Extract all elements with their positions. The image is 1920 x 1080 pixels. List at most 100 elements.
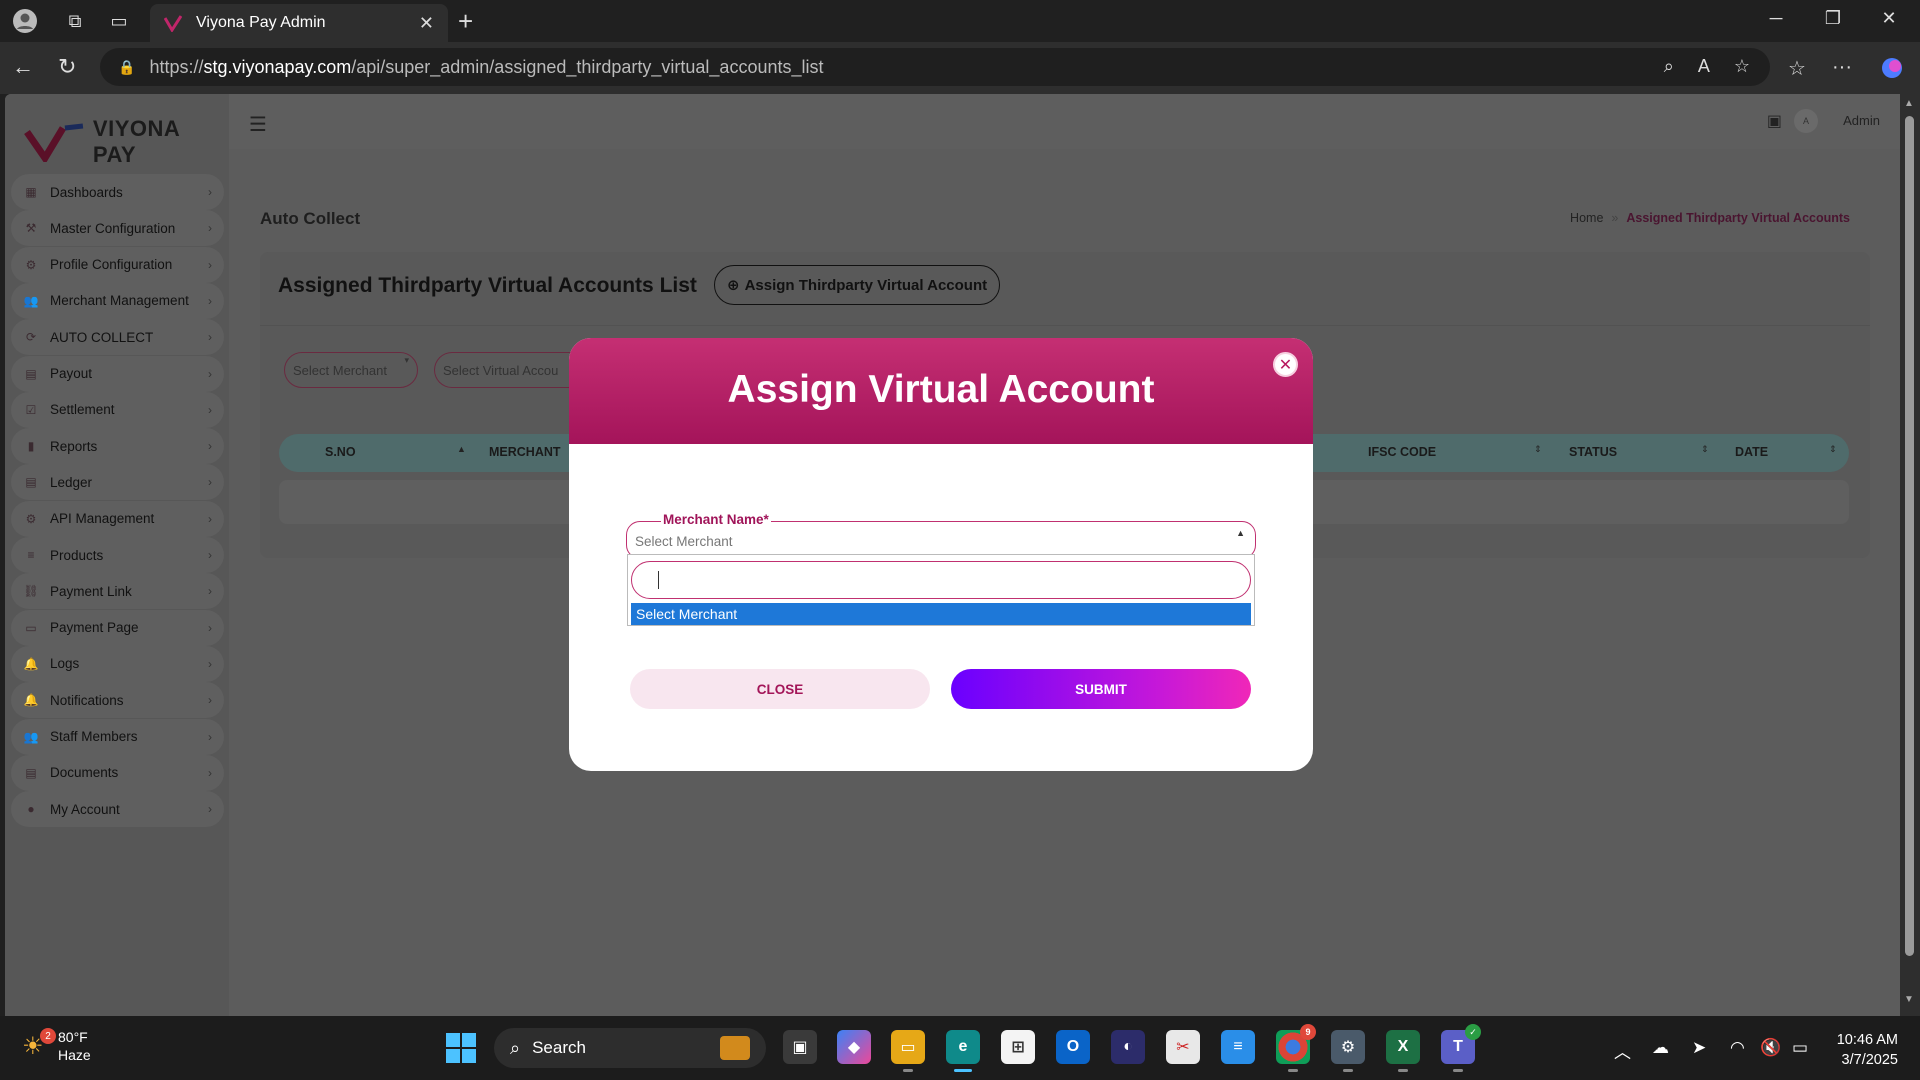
sidebar-item-reports[interactable]: ▮ Reports › bbox=[11, 428, 224, 465]
sidebar-item-logs[interactable]: 🔔 Logs › bbox=[11, 645, 224, 682]
column-merchant[interactable]: MERCHANT bbox=[489, 445, 561, 459]
notepad-icon[interactable]: ≡ bbox=[1221, 1030, 1255, 1064]
file-explorer-icon[interactable]: ▭ bbox=[891, 1030, 925, 1072]
assign-virtual-account-modal: Assign Virtual Account ✕ Select Merchant… bbox=[569, 338, 1313, 771]
sidebar-item-auto-collect[interactable]: ⟳ AUTO COLLECT › bbox=[11, 319, 224, 356]
assign-virtual-account-button[interactable]: ⊕ Assign Thirdparty Virtual Account bbox=[714, 265, 1001, 305]
sidebar-item-payout[interactable]: ▤ Payout › bbox=[11, 355, 224, 392]
chevron-up-icon[interactable]: ︿ bbox=[1614, 1038, 1631, 1063]
column-date[interactable]: DATE bbox=[1735, 445, 1768, 459]
weather-widget[interactable]: ☀ 2 80°F Haze bbox=[22, 1028, 91, 1064]
hamburger-menu-icon[interactable]: ☰ bbox=[249, 112, 267, 137]
ledger-icon: ▤ bbox=[25, 475, 37, 490]
breadcrumb-home[interactable]: Home bbox=[1570, 211, 1603, 225]
copilot-icon[interactable] bbox=[1880, 56, 1904, 86]
back-icon[interactable]: ← bbox=[12, 54, 34, 80]
scrollbar-thumb[interactable] bbox=[1905, 116, 1914, 956]
minimize-icon[interactable]: ─ bbox=[1753, 8, 1799, 29]
merchant-search-input[interactable] bbox=[631, 561, 1251, 599]
sidebar-item-label: Payment Page bbox=[50, 620, 139, 636]
onedrive-icon[interactable]: ☁ bbox=[1652, 1038, 1669, 1058]
taskbar-search[interactable]: ⌕ Search bbox=[494, 1028, 766, 1068]
tab-close-icon[interactable]: ✕ bbox=[419, 13, 434, 34]
user-name[interactable]: Admin bbox=[1843, 113, 1880, 128]
sidebar-item-profile-configuration[interactable]: ⚙ Profile Configuration › bbox=[11, 246, 224, 283]
edge-browser-icon[interactable]: e bbox=[946, 1030, 980, 1072]
chevron-right-icon: › bbox=[208, 584, 212, 599]
new-tab-icon[interactable]: + bbox=[458, 6, 473, 37]
sort-icon[interactable]: ⇕ bbox=[1534, 444, 1542, 455]
location-icon[interactable]: ➤ bbox=[1692, 1038, 1706, 1058]
settings-gear-icon[interactable]: ⚙ bbox=[1331, 1030, 1365, 1072]
window-close-icon[interactable]: ✕ bbox=[1866, 8, 1912, 29]
scroll-down-icon[interactable]: ▼ bbox=[1904, 994, 1914, 1005]
sidebar-item-payment-page[interactable]: ▭ Payment Page › bbox=[11, 609, 224, 646]
sidebar-item-label: Payment Link bbox=[50, 583, 132, 599]
sidebar-item-staff-members[interactable]: 👥 Staff Members › bbox=[11, 718, 224, 755]
page-scrollbar[interactable]: ▲ ▼ bbox=[1900, 94, 1920, 1016]
copilot-app-icon[interactable]: ◆ bbox=[837, 1030, 871, 1064]
start-button[interactable] bbox=[446, 1033, 476, 1063]
favorite-star-icon[interactable]: ☆ bbox=[1734, 56, 1750, 77]
workspaces-icon[interactable]: ⧉ bbox=[62, 8, 88, 34]
merchant-filter-select[interactable]: Select Merchant ▾ bbox=[284, 352, 418, 388]
zoom-icon[interactable]: ⌕ bbox=[1664, 56, 1674, 77]
teams-icon[interactable]: T ✓ bbox=[1441, 1024, 1481, 1072]
battery-icon[interactable]: ▭ bbox=[1792, 1038, 1808, 1058]
url-path: /api/super_admin/assigned_thirdparty_vir… bbox=[351, 56, 824, 77]
weather-badge: 2 bbox=[40, 1028, 56, 1044]
sidebar-item-merchant-management[interactable]: 👥 Merchant Management › bbox=[11, 282, 224, 319]
sidebar-item-label: My Account bbox=[50, 801, 120, 817]
sidebar-item-products[interactable]: ≡ Products › bbox=[11, 537, 224, 573]
browser-tab[interactable]: Viyona Pay Admin ✕ bbox=[150, 4, 448, 42]
sidebar-item-master-configuration[interactable]: ⚒ Master Configuration › bbox=[11, 210, 224, 247]
submit-button[interactable]: SUBMIT bbox=[951, 669, 1251, 709]
microsoft-store-icon[interactable]: ⊞ bbox=[1001, 1030, 1035, 1064]
sort-icon[interactable]: ⇕ bbox=[1829, 444, 1837, 455]
sidebar-item-dashboards[interactable]: ▦ Dashboards › bbox=[11, 174, 224, 210]
sort-icon[interactable]: ▲ bbox=[457, 444, 466, 454]
wifi-icon[interactable]: ◠ bbox=[1730, 1038, 1745, 1058]
address-bar[interactable]: 🔒 https://stg.viyonapay.com/api/super_ad… bbox=[100, 48, 1770, 86]
grid-icon: ▦ bbox=[25, 185, 37, 199]
chrome-icon[interactable]: 9 bbox=[1276, 1024, 1316, 1072]
sidebar-item-settlement[interactable]: ☑ Settlement › bbox=[11, 391, 224, 428]
tab-title: Viyona Pay Admin bbox=[196, 14, 326, 31]
dropdown-option[interactable]: Select Merchant bbox=[631, 603, 1251, 625]
scroll-up-icon[interactable]: ▲ bbox=[1904, 98, 1914, 109]
column-ifsc-code[interactable]: IFSC CODE bbox=[1368, 445, 1436, 459]
sidebar-item-api-management[interactable]: ⚙ API Management › bbox=[11, 500, 224, 537]
column-sno[interactable]: S.NO bbox=[325, 445, 356, 459]
read-aloud-icon[interactable]: A bbox=[1698, 56, 1710, 77]
excel-icon[interactable]: X bbox=[1386, 1030, 1420, 1072]
avatar[interactable]: A bbox=[1794, 109, 1818, 133]
sidebar-item-notifications[interactable]: 🔔 Notifications › bbox=[11, 682, 224, 719]
volume-muted-icon[interactable]: 🔇 bbox=[1760, 1038, 1781, 1058]
reload-icon[interactable]: ↻ bbox=[58, 54, 76, 80]
sidebar-item-ledger[interactable]: ▤ Ledger › bbox=[11, 464, 224, 501]
wallet-icon[interactable]: ▣ bbox=[1767, 111, 1782, 131]
sidebar-item-label: Staff Members bbox=[50, 729, 138, 744]
task-view-icon[interactable]: ▣ bbox=[783, 1030, 817, 1064]
favorites-icon[interactable]: ☆ bbox=[1788, 56, 1806, 81]
sort-icon[interactable]: ⇕ bbox=[1701, 444, 1709, 455]
caret-up-icon: ▲ bbox=[1236, 528, 1245, 538]
close-button[interactable]: CLOSE bbox=[630, 669, 930, 709]
clock[interactable]: 10:46 AM 3/7/2025 bbox=[1837, 1030, 1898, 1070]
modal-close-icon[interactable]: ✕ bbox=[1273, 352, 1298, 377]
profile-icon[interactable] bbox=[12, 8, 38, 34]
sidebar-item-my-account[interactable]: ● My Account › bbox=[11, 791, 224, 828]
card-header: Assigned Thirdparty Virtual Accounts Lis… bbox=[260, 252, 1870, 326]
sidebar-item-documents[interactable]: ▤ Documents › bbox=[11, 754, 224, 791]
outlook-icon[interactable]: O bbox=[1056, 1030, 1090, 1064]
tab-actions-icon[interactable]: ▭ bbox=[106, 8, 132, 34]
virtual-account-filter-select[interactable]: Select Virtual Accou bbox=[434, 352, 584, 388]
snipping-tool-icon[interactable]: ✂ bbox=[1166, 1030, 1200, 1064]
more-menu-icon[interactable]: ··· bbox=[1832, 56, 1852, 79]
logo: VIYONA PAY bbox=[23, 116, 229, 168]
checklist-icon: ☑ bbox=[25, 402, 37, 417]
column-status[interactable]: STATUS bbox=[1569, 445, 1617, 459]
sidebar-item-payment-link[interactable]: ⛓ Payment Link › bbox=[11, 573, 224, 610]
restore-icon[interactable]: ❐ bbox=[1810, 8, 1856, 29]
eclipse-icon[interactable]: ◐ bbox=[1111, 1030, 1145, 1064]
